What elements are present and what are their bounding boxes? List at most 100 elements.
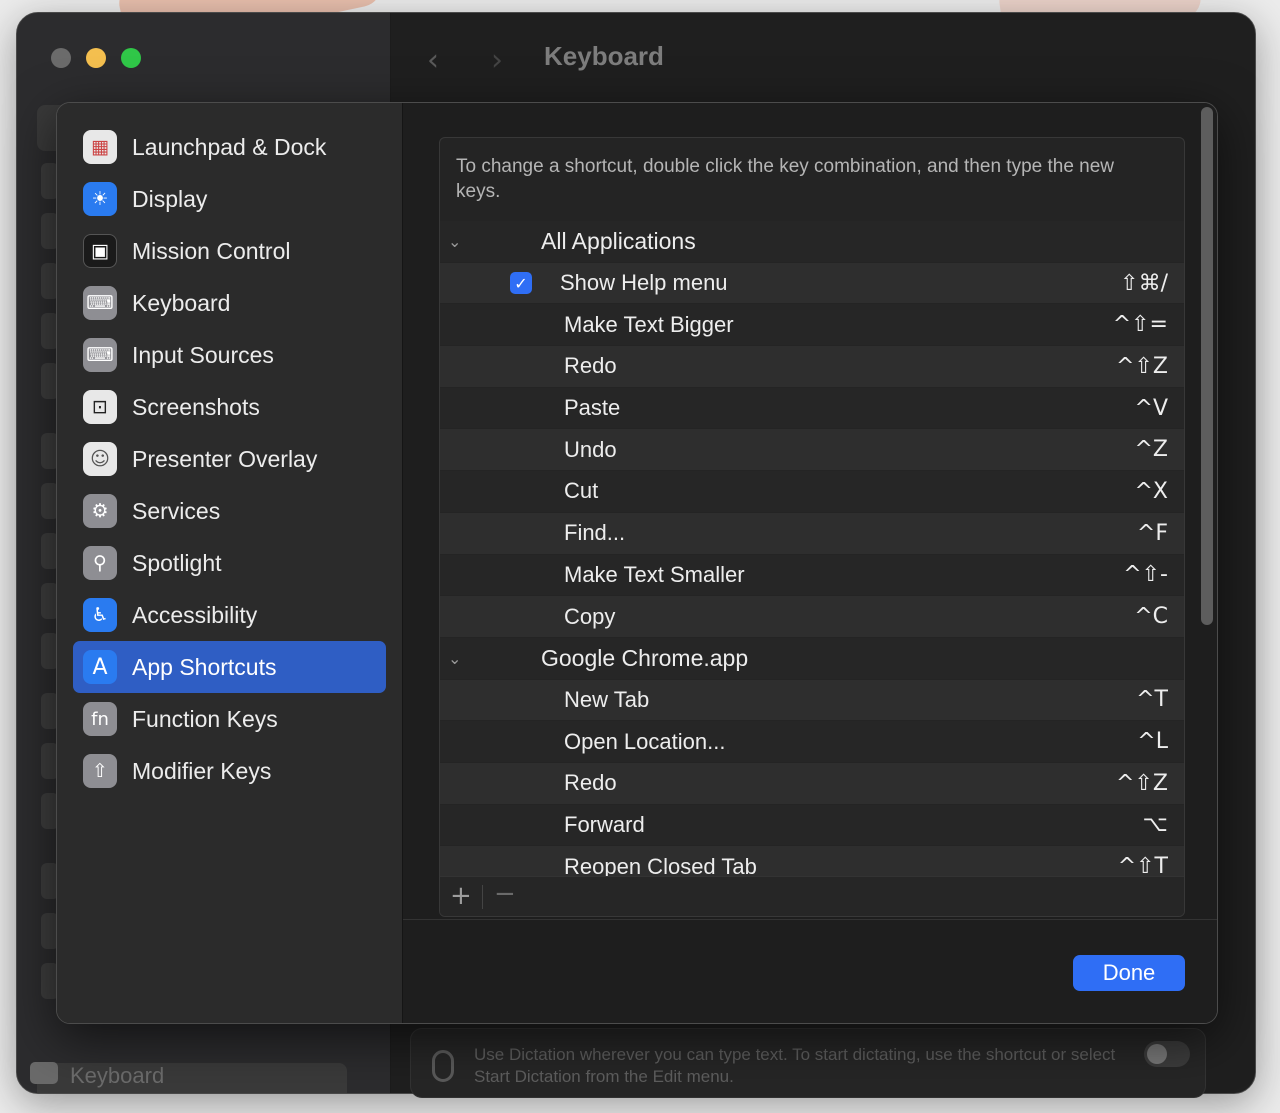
presenter-overlay-icon: ☺ xyxy=(83,442,117,476)
shortcut-label: Redo xyxy=(564,770,617,796)
shortcut-keys[interactable]: ^C xyxy=(1134,604,1168,629)
shortcut-keys[interactable]: ^⇧= xyxy=(1113,312,1168,337)
shortcut-keys[interactable]: ⌥ xyxy=(1143,812,1168,837)
group-row-all-applications[interactable]: ⌄ All Applications xyxy=(440,220,1184,262)
sidebar-item-label: Display xyxy=(132,185,208,212)
sidebar-item-services[interactable]: ⚙ Services xyxy=(73,485,386,537)
sidebar-item-screenshots[interactable]: ⊡ Screenshots xyxy=(73,381,386,433)
shortcut-row[interactable]: Paste ^V xyxy=(440,386,1184,429)
app-shortcuts-sheet: ▦ Launchpad & Dock ☀ Display ▣ Mission C… xyxy=(56,102,1218,1024)
sidebar-item-label: Input Sources xyxy=(132,341,274,368)
shortcut-keys[interactable]: ⇧⌘/ xyxy=(1120,271,1168,296)
shortcut-keys[interactable]: ^Z xyxy=(1134,437,1168,462)
sidebar-item-label: Mission Control xyxy=(132,237,291,264)
back-arrow-icon[interactable]: ‹ xyxy=(427,43,439,78)
keyboard-sheet-sidebar: ▦ Launchpad & Dock ☀ Display ▣ Mission C… xyxy=(57,103,403,1023)
shortcut-keys[interactable]: ^⇧- xyxy=(1123,562,1168,587)
accessibility-icon: ♿ xyxy=(83,598,117,632)
shortcut-label: Find... xyxy=(564,520,626,546)
sidebar-item-keyboard[interactable]: ⌨ Keyboard xyxy=(73,277,386,329)
sidebar-item-display[interactable]: ☀ Display xyxy=(73,173,386,225)
sheet-footer-divider xyxy=(403,919,1217,920)
sidebar-item-app-shortcuts[interactable]: A App Shortcuts xyxy=(73,641,386,693)
launchpad-icon: ▦ xyxy=(83,130,117,164)
shortcut-row[interactable]: Copy ^C xyxy=(440,595,1184,637)
shortcut-row[interactable]: Redo ^⇧Z xyxy=(440,761,1184,804)
checkbox-checked-icon[interactable]: ✓ xyxy=(510,272,532,295)
group-label: All Applications xyxy=(541,227,696,254)
microphone-icon xyxy=(432,1050,454,1082)
shortcut-keys[interactable]: ^⇧Z xyxy=(1116,354,1168,379)
sidebar-item-input-sources[interactable]: ⌨ Input Sources xyxy=(73,329,386,381)
shortcut-row[interactable]: Open Location... ^L xyxy=(440,720,1184,762)
shortcut-row[interactable]: Make Text Bigger ^⇧= xyxy=(440,303,1184,346)
keyboard-icon: ⌨ xyxy=(83,286,117,320)
shortcut-label: Forward xyxy=(564,811,645,837)
shortcut-row[interactable]: Forward ⌥ xyxy=(440,803,1184,846)
sidebar-item-accessibility[interactable]: ♿ Accessibility xyxy=(73,589,386,641)
shortcuts-table: To change a shortcut, double click the k… xyxy=(439,137,1185,917)
forward-arrow-icon[interactable]: › xyxy=(491,43,503,78)
sidebar-item-spotlight[interactable]: ⚲ Spotlight xyxy=(73,537,386,589)
close-window-button[interactable] xyxy=(51,48,71,68)
sidebar-item-launchpad-dock[interactable]: ▦ Launchpad & Dock xyxy=(73,121,386,173)
shortcut-keys[interactable]: ^L xyxy=(1137,729,1168,754)
group-row-google-chrome[interactable]: ⌄ Google Chrome.app xyxy=(440,636,1184,679)
shortcut-keys[interactable]: ^X xyxy=(1134,479,1168,504)
function-keys-icon: fn xyxy=(83,702,117,736)
minimize-window-button[interactable] xyxy=(86,48,106,68)
window-title: Keyboard xyxy=(544,41,664,71)
shortcut-label: Cut xyxy=(564,478,599,504)
shortcut-keys[interactable]: ^F xyxy=(1137,521,1168,546)
shortcut-keys[interactable]: ^T xyxy=(1136,687,1168,712)
mission-control-icon: ▣ xyxy=(83,234,117,268)
shortcut-row[interactable]: ✓ Show Help menu ⇧⌘/ xyxy=(440,261,1184,304)
shortcut-row[interactable]: Make Text Smaller ^⇧- xyxy=(440,553,1184,596)
sidebar-item-label: Modifier Keys xyxy=(132,757,272,784)
done-button[interactable]: Done xyxy=(1073,955,1185,991)
chevron-down-icon[interactable]: ⌄ xyxy=(448,649,461,668)
sidebar-item-label: Function Keys xyxy=(132,705,278,732)
sidebar-item-label: Keyboard xyxy=(132,289,231,316)
services-gear-icon: ⚙ xyxy=(83,494,117,528)
sidebar-item-function-keys[interactable]: fn Function Keys xyxy=(73,693,386,745)
dictation-toggle[interactable] xyxy=(1144,1041,1190,1067)
sidebar-item-mission-control[interactable]: ▣ Mission Control xyxy=(73,225,386,277)
sidebar-item-modifier-keys[interactable]: ⇧ Modifier Keys xyxy=(73,745,386,797)
shortcut-row[interactable]: Find... ^F xyxy=(440,511,1184,554)
shortcut-label: Show Help menu xyxy=(560,270,728,296)
sidebar-item-label: App Shortcuts xyxy=(132,653,277,680)
divider xyxy=(482,885,483,909)
sidebar-item-label: Screenshots xyxy=(132,393,260,420)
remove-shortcut-button[interactable]: − xyxy=(494,879,516,909)
shortcut-label: Make Text Smaller xyxy=(564,561,745,587)
group-label: Google Chrome.app xyxy=(541,644,749,671)
add-shortcut-button[interactable]: + xyxy=(450,881,472,911)
scrollbar-thumb[interactable] xyxy=(1201,107,1213,625)
zoom-window-button[interactable] xyxy=(121,48,141,68)
chevron-down-icon[interactable]: ⌄ xyxy=(448,232,461,251)
shortcut-label: Make Text Bigger xyxy=(564,311,734,337)
background-keyboard-label: Keyboard xyxy=(70,1063,165,1088)
sidebar-item-label: Presenter Overlay xyxy=(132,445,318,472)
shortcuts-instructions: To change a shortcut, double click the k… xyxy=(456,156,1115,202)
input-sources-icon: ⌨ xyxy=(83,338,117,372)
shortcut-keys[interactable]: ^⇧Z xyxy=(1116,771,1168,796)
shortcut-keys[interactable]: ^V xyxy=(1135,396,1168,421)
shortcut-label: Copy xyxy=(564,603,616,629)
sidebar-item-label: Accessibility xyxy=(132,601,258,628)
shortcut-row[interactable]: New Tab ^T xyxy=(440,678,1184,721)
keyboard-icon xyxy=(30,1062,58,1084)
display-brightness-icon: ☀ xyxy=(83,182,117,216)
spotlight-search-icon: ⚲ xyxy=(83,546,117,580)
shortcut-label: Open Location... xyxy=(564,728,726,754)
shortcut-row[interactable]: Cut ^X xyxy=(440,470,1184,512)
shortcut-label: Undo xyxy=(564,436,617,462)
app-shortcuts-icon: A xyxy=(83,650,117,684)
shortcut-row[interactable]: Undo ^Z xyxy=(440,428,1184,471)
shortcut-label: Paste xyxy=(564,395,621,421)
shortcut-row[interactable]: Redo ^⇧Z xyxy=(440,345,1184,387)
background-dictation-text: Use Dictation wherever you can type text… xyxy=(474,1045,1116,1086)
shortcut-label: New Tab xyxy=(564,686,650,712)
sidebar-item-presenter-overlay[interactable]: ☺ Presenter Overlay xyxy=(73,433,386,485)
